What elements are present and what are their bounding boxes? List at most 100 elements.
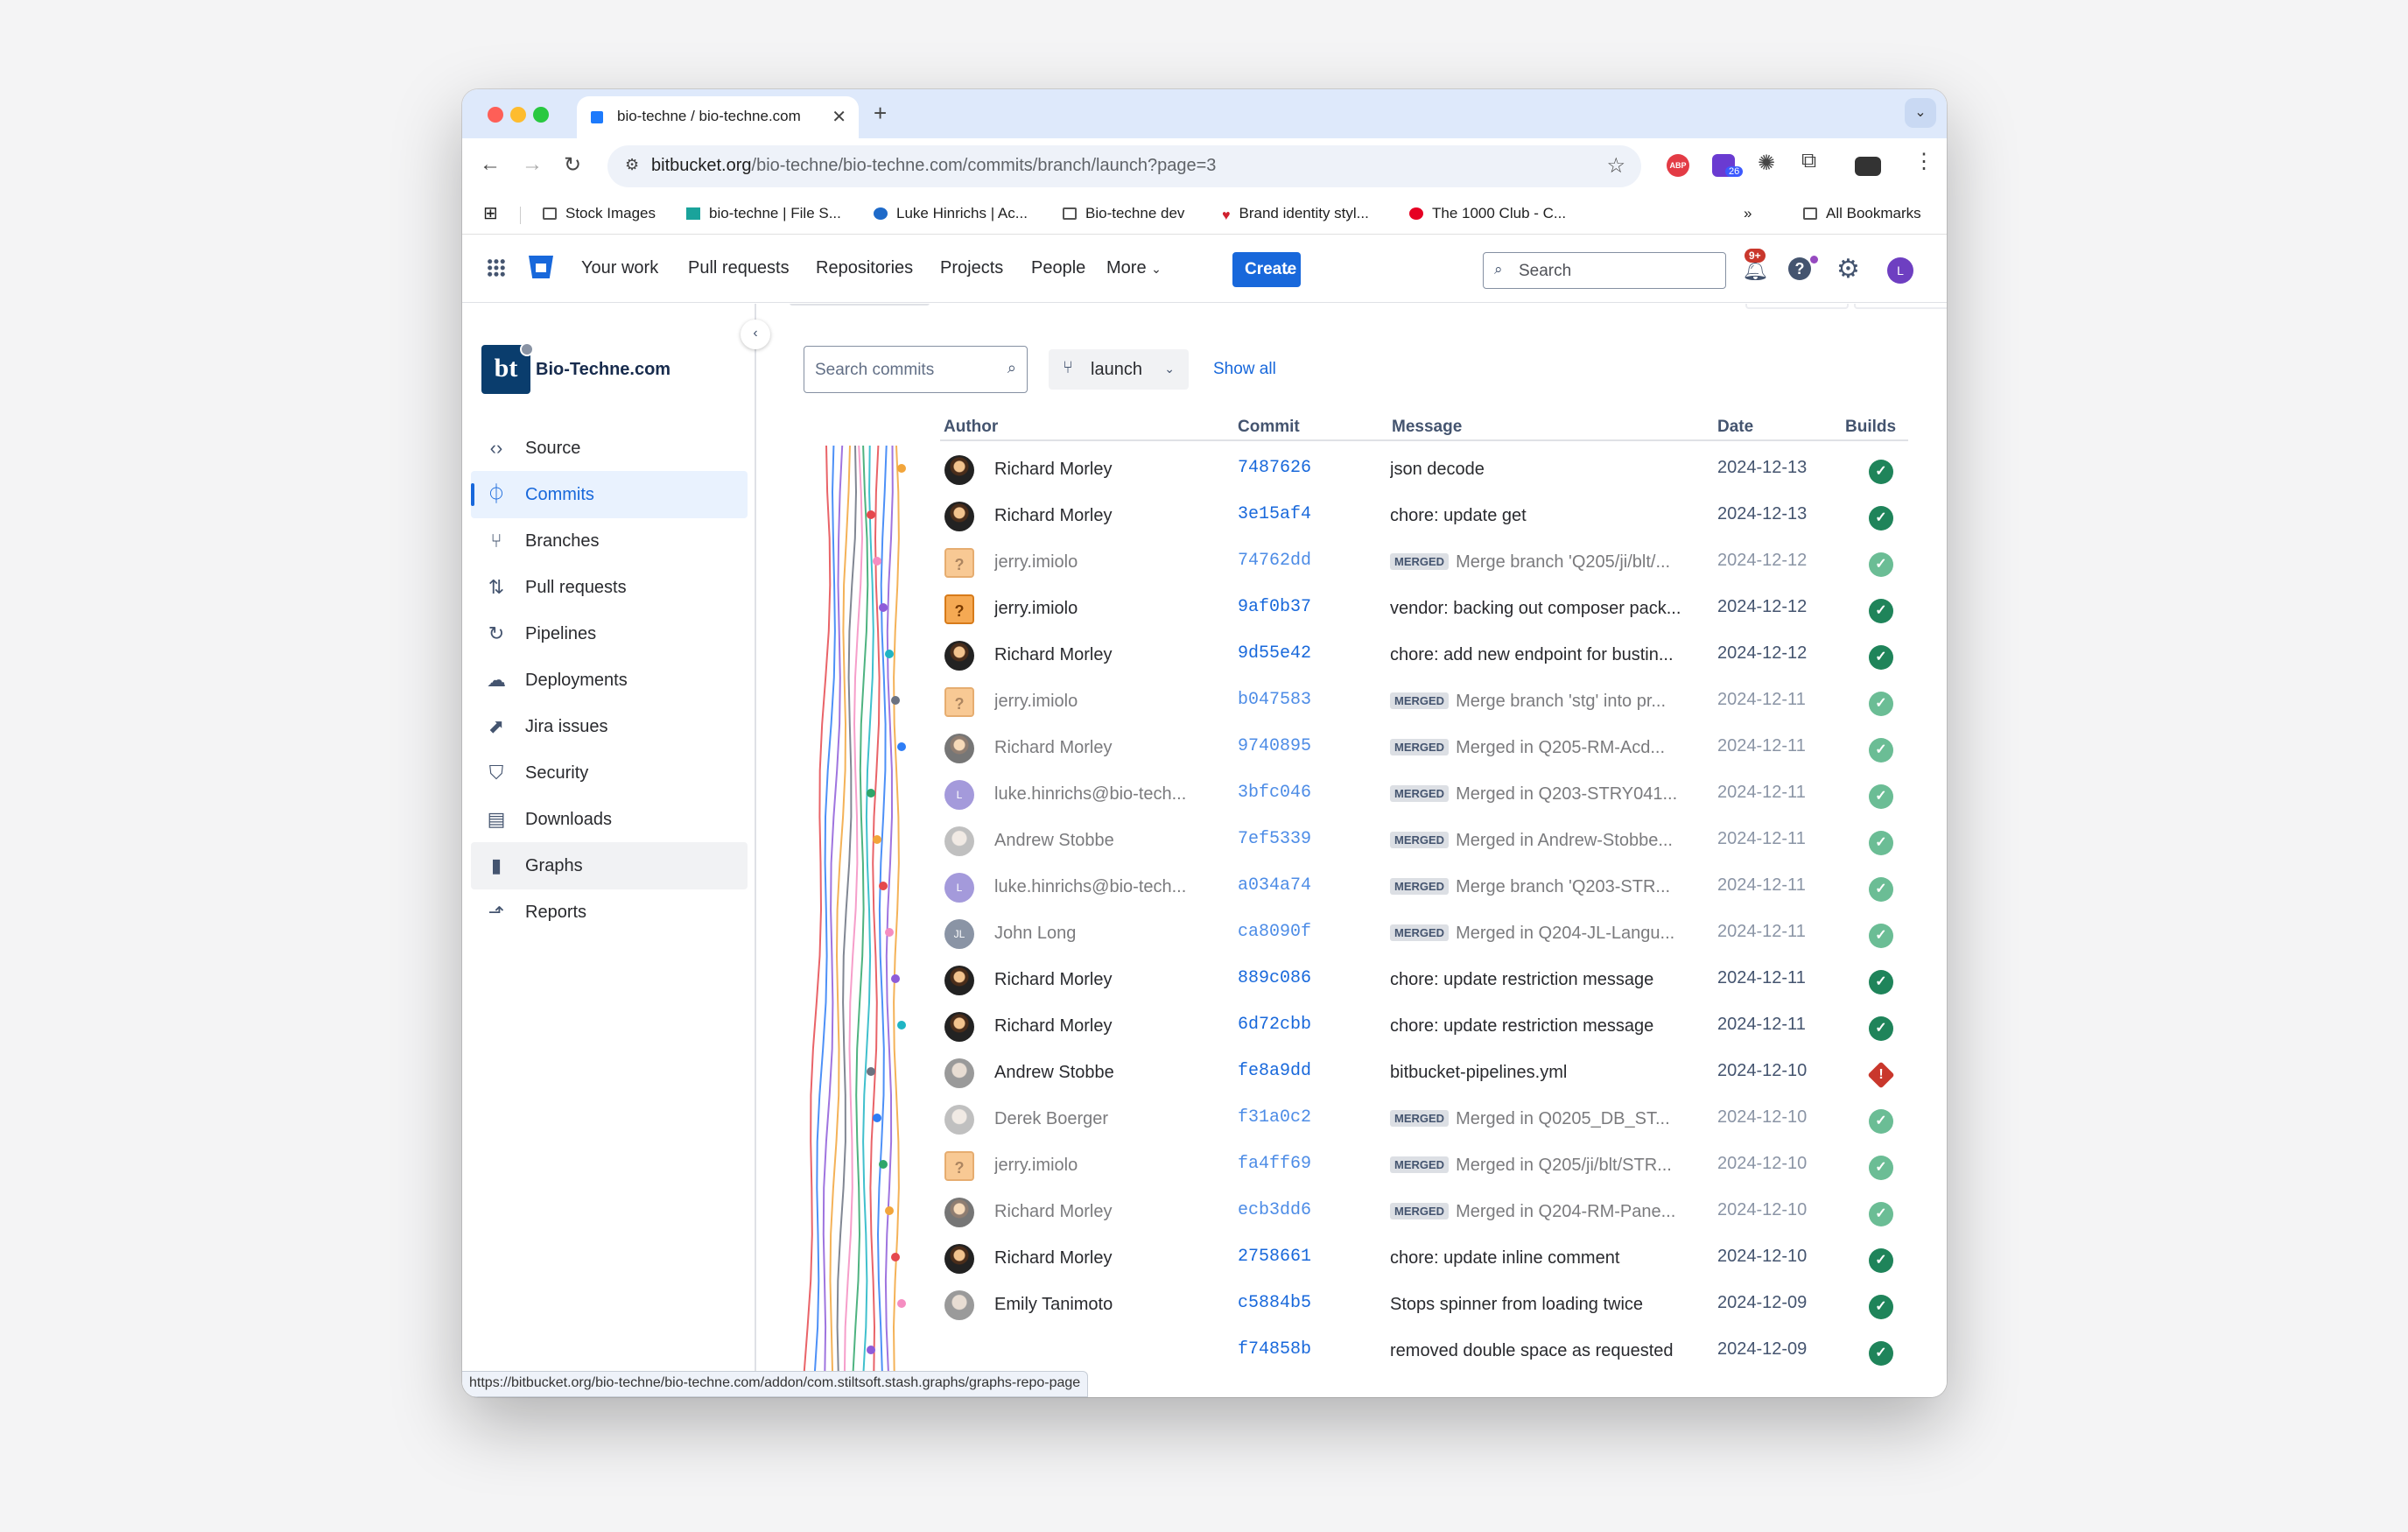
- commit-hash-link[interactable]: 3bfc046: [1238, 783, 1311, 803]
- user-avatar[interactable]: L: [1887, 257, 1913, 284]
- commit-row[interactable]: Richard Morley ecb3dd6 MERGED Merged in Q20…: [758, 1188, 1947, 1237]
- build-success-icon[interactable]: ✓: [1869, 877, 1893, 902]
- commit-message-cell[interactable]: MERGED Merged in Q203-STRY041...: [1390, 784, 1691, 805]
- commit-message-cell[interactable]: MERGED Merged in Q204-RM-Pane...: [1390, 1202, 1691, 1222]
- commit-hash-link[interactable]: fa4ff69: [1238, 1154, 1311, 1174]
- adblock-extension-icon[interactable]: ABP: [1667, 154, 1689, 177]
- build-success-icon[interactable]: ✓: [1869, 460, 1893, 484]
- app-switcher-icon[interactable]: [487, 258, 506, 278]
- maximize-window-button[interactable]: [533, 107, 549, 123]
- author-avatar[interactable]: [944, 1198, 974, 1227]
- sidebar-item-branches[interactable]: ⑂ Branches: [471, 517, 748, 565]
- bookmark-star-icon[interactable]: ☆: [1606, 153, 1625, 179]
- apps-grid-icon[interactable]: ⊞: [483, 202, 498, 224]
- browser-menu-icon[interactable]: ⋮: [1913, 149, 1936, 173]
- author-avatar[interactable]: [944, 1290, 974, 1320]
- commit-row[interactable]: Richard Morley 889c086 chore: update restr…: [758, 956, 1947, 1005]
- bookmark-stock-images[interactable]: Stock Images: [543, 205, 656, 222]
- commit-hash-link[interactable]: fe8a9dd: [1238, 1061, 1311, 1081]
- commit-hash-link[interactable]: ecb3dd6: [1238, 1200, 1311, 1220]
- commit-row[interactable]: Richard Morley 9d55e42 chore: add new endp…: [758, 631, 1947, 680]
- build-success-icon[interactable]: ✓: [1869, 784, 1893, 809]
- author-avatar[interactable]: [944, 826, 974, 856]
- settings-gear-icon[interactable]: ⚙: [1836, 254, 1860, 285]
- new-tab-icon[interactable]: +: [874, 100, 887, 127]
- author-avatar[interactable]: JL: [944, 919, 974, 949]
- nav-your-work[interactable]: Your work: [581, 258, 658, 278]
- commit-message-cell[interactable]: MERGED Merge branch 'Q203-STR...: [1390, 877, 1691, 897]
- site-settings-icon[interactable]: ⚙: [625, 156, 639, 174]
- commit-row[interactable]: Andrew Stobbe fe8a9dd bitbucket-pipelines.…: [758, 1049, 1947, 1098]
- commit-hash-link[interactable]: a034a74: [1238, 875, 1311, 896]
- build-success-icon[interactable]: ✓: [1869, 970, 1893, 994]
- commit-row[interactable]: Lluke.hinrichs@bio-tech... a034a74 MERGED M…: [758, 863, 1947, 912]
- author-avatar[interactable]: [944, 1244, 974, 1274]
- build-success-icon[interactable]: ✓: [1869, 738, 1893, 762]
- commit-hash-link[interactable]: 9d55e42: [1238, 643, 1311, 664]
- commit-message-cell[interactable]: MERGED Merged in Q205-RM-Acd...: [1390, 738, 1691, 758]
- commit-row[interactable]: ? jerry.imiolo b047583 MERGED Merge branch '…: [758, 678, 1947, 727]
- commit-row[interactable]: f74858b removed double space as requested…: [758, 1327, 1947, 1376]
- commit-message-cell[interactable]: MERGED Merge branch 'Q205/ji/blt/...: [1390, 552, 1691, 573]
- commit-message-cell[interactable]: MERGED Merged in Q0205_DB_ST...: [1390, 1109, 1691, 1129]
- build-success-icon[interactable]: ✓: [1869, 1248, 1893, 1273]
- bookmark-file-share[interactable]: bio-techne | File S...: [686, 205, 841, 222]
- nav-more[interactable]: More ⌄: [1106, 258, 1162, 278]
- build-success-icon[interactable]: ✓: [1869, 831, 1893, 855]
- commit-row[interactable]: ? jerry.imiolo 9af0b37 vendor: backing out …: [758, 585, 1947, 634]
- commit-hash-link[interactable]: 7487626: [1238, 458, 1311, 478]
- minimize-window-button[interactable]: [510, 107, 526, 123]
- build-success-icon[interactable]: ✓: [1869, 552, 1893, 577]
- author-avatar[interactable]: ?: [944, 687, 974, 717]
- bookmark-brand-identity[interactable]: ♥ Brand identity styl...: [1222, 205, 1369, 223]
- commit-message-cell[interactable]: chore: update get: [1390, 506, 1691, 526]
- build-success-icon[interactable]: ✓: [1869, 924, 1893, 948]
- build-success-icon[interactable]: ✓: [1869, 692, 1893, 716]
- commit-message-cell[interactable]: removed double space as requested: [1390, 1341, 1691, 1361]
- commit-row[interactable]: Derek Boerger f31a0c2 MERGED Merged in Q020…: [758, 1095, 1947, 1144]
- author-avatar[interactable]: [944, 641, 974, 671]
- author-avatar[interactable]: [944, 1105, 974, 1135]
- build-success-icon[interactable]: ✓: [1869, 1109, 1893, 1134]
- commit-message-cell[interactable]: json decode: [1390, 460, 1691, 480]
- author-avatar[interactable]: [944, 1012, 974, 1042]
- build-failed-icon[interactable]: !: [1869, 1063, 1893, 1087]
- commit-hash-link[interactable]: 889c086: [1238, 968, 1311, 988]
- commit-hash-link[interactable]: f74858b: [1238, 1339, 1311, 1360]
- close-window-button[interactable]: [488, 107, 503, 123]
- commit-row[interactable]: Lluke.hinrichs@bio-tech... 3bfc046 MERGED M…: [758, 770, 1947, 819]
- sidebar-item-commits[interactable]: ⏀ Commits: [471, 471, 748, 518]
- sidebar-item-security[interactable]: ⛉ Security: [471, 749, 748, 797]
- sidebar-item-downloads[interactable]: ▤ Downloads: [471, 796, 748, 843]
- commit-message-cell[interactable]: Stops spinner from loading twice: [1390, 1295, 1691, 1315]
- help-icon[interactable]: ?: [1788, 257, 1811, 280]
- commit-message-cell[interactable]: MERGED Merged in Andrew-Stobbe...: [1390, 831, 1691, 851]
- commit-message-cell[interactable]: MERGED Merged in Q205/ji/blt/STR...: [1390, 1156, 1691, 1176]
- all-bookmarks[interactable]: All Bookmarks: [1803, 205, 1921, 222]
- profile-icon[interactable]: [1855, 157, 1881, 176]
- show-all-link[interactable]: Show all: [1213, 360, 1276, 379]
- author-avatar[interactable]: L: [944, 873, 974, 903]
- author-avatar[interactable]: [944, 734, 974, 763]
- commit-hash-link[interactable]: 74762dd: [1238, 551, 1311, 571]
- commit-message-cell[interactable]: MERGED Merge branch 'stg' into pr...: [1390, 692, 1691, 712]
- commit-hash-link[interactable]: ca8090f: [1238, 922, 1311, 942]
- collapse-sidebar-icon[interactable]: ‹: [741, 320, 770, 349]
- build-success-icon[interactable]: ✓: [1869, 1202, 1893, 1226]
- commit-hash-link[interactable]: f31a0c2: [1238, 1107, 1311, 1128]
- commit-hash-link[interactable]: 7ef5339: [1238, 829, 1311, 849]
- commit-row[interactable]: Richard Morley 2758661 chore: update inlin…: [758, 1234, 1947, 1283]
- sidebar-item-reports[interactable]: ⬏ Reports: [471, 889, 748, 936]
- build-success-icon[interactable]: ✓: [1869, 1016, 1893, 1041]
- global-search-input[interactable]: ⌕ Search: [1483, 252, 1726, 289]
- sidebar-item-source[interactable]: ‹› Source: [471, 425, 748, 472]
- repo-name[interactable]: Bio-Techne.com: [536, 360, 670, 380]
- commit-hash-link[interactable]: 3e15af4: [1238, 504, 1311, 524]
- branch-selector-button[interactable]: ⑂ launch ⌄: [1049, 349, 1189, 390]
- author-avatar[interactable]: [944, 966, 974, 995]
- bookmark-1000-club[interactable]: The 1000 Club - C...: [1409, 205, 1566, 222]
- create-button[interactable]: Create ⌄: [1232, 252, 1301, 287]
- author-avatar[interactable]: ?: [944, 548, 974, 578]
- sidebar-item-deployments[interactable]: ☁ Deployments: [471, 657, 748, 704]
- extension-gear-icon[interactable]: ✺: [1758, 151, 1780, 175]
